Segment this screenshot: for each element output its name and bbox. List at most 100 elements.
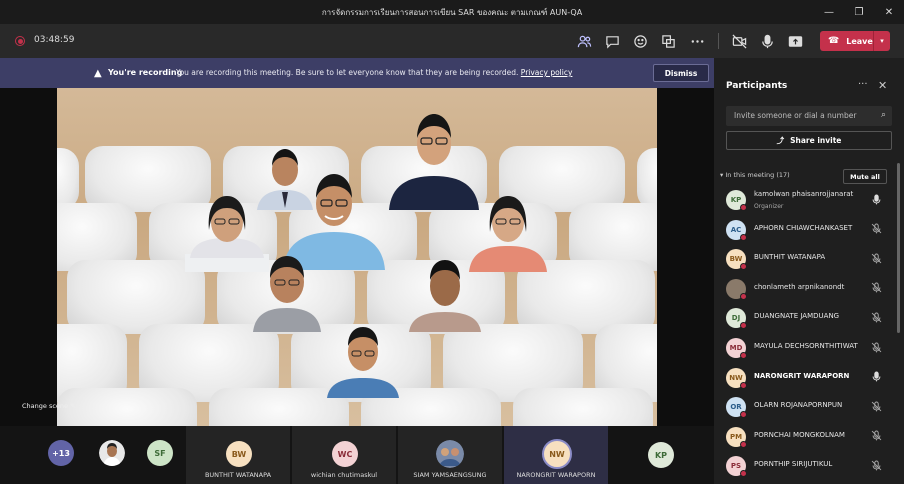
scrollbar[interactable] <box>897 163 900 333</box>
participant-row[interactable]: OR OLARN ROJANAPORNPUN <box>724 394 894 420</box>
microphone-muted-icon[interactable] <box>869 310 883 324</box>
pencil-icon: ✎ <box>70 402 76 410</box>
participant-name: chonlameth arpnikanondt <box>754 282 845 291</box>
avatar: PM <box>726 426 747 448</box>
breakout-rooms-icon[interactable] <box>658 32 678 50</box>
microphone-icon[interactable] <box>869 370 883 384</box>
meeting-toolbar: 03:48:59 ☎ Leave ▾ <box>0 24 904 58</box>
microphone-icon[interactable] <box>869 192 883 206</box>
share-invite-label: Share invite <box>790 136 842 145</box>
meeting-timer: 03:48:59 <box>34 35 75 45</box>
participant-role: Organizer <box>754 203 784 210</box>
change-scene-button[interactable]: Change scene ✎ <box>22 402 76 410</box>
toolbar-divider <box>718 33 719 49</box>
seat <box>57 388 197 426</box>
participants-panel: Participants ··· ✕ Invite someone or dia… <box>714 58 904 484</box>
status-dot <box>740 352 747 359</box>
microphone-muted-icon[interactable] <box>869 429 883 443</box>
participant-row[interactable]: DJ DUANGNATE JAMDUANG <box>724 305 894 331</box>
more-actions-icon[interactable] <box>687 32 707 50</box>
tile-name: NARONGRIT WARAPORN <box>516 471 596 479</box>
participant-row[interactable]: chonlameth arpnikanondt <box>724 276 894 302</box>
avatar: MD <box>726 338 747 359</box>
window-title: การจัดกรรมการเรียนการสอนการเขียน SAR ของ… <box>321 7 583 17</box>
leave-button[interactable]: ☎ Leave ▾ <box>820 31 890 51</box>
avatar: AC <box>726 219 747 241</box>
avatar: NW <box>542 439 572 469</box>
participant-row[interactable]: MD MAYULA DECHSORNTHITIWAT <box>724 335 894 361</box>
participant-name: kamolwan phaisanrojjanarat <box>754 190 854 198</box>
chevron-down-icon[interactable]: ▾ <box>873 31 890 51</box>
avatar: KP <box>726 190 747 211</box>
together-mode-scene <box>57 88 657 426</box>
participant-name: MAYULA DECHSORNTHITIWAT <box>754 342 858 350</box>
avatar: WC <box>332 441 358 467</box>
avatar: DJ <box>726 308 747 330</box>
microphone-muted-icon[interactable] <box>869 399 883 413</box>
participant-row[interactable]: PS PORNTHIP SIRIJUTIKUL <box>724 453 894 479</box>
avatar: BW <box>726 249 747 271</box>
chat-icon[interactable] <box>602 32 622 50</box>
participant-name: PORNCHAI MONGKOLNAM <box>754 430 845 439</box>
gallery-tile-speaking[interactable]: NW NARONGRIT WARAPORN <box>504 426 608 484</box>
microphone-muted-icon[interactable] <box>869 458 883 472</box>
status-dot <box>740 381 747 389</box>
participants-icon[interactable] <box>574 32 594 50</box>
microphone-icon[interactable] <box>757 32 777 50</box>
avatar-initials: BW <box>729 255 743 264</box>
participant-row[interactable]: PM PORNCHAI MONGKOLNAM <box>724 424 894 450</box>
avatar-initials: DJ <box>731 314 741 323</box>
status-dot <box>740 263 747 271</box>
dismiss-button[interactable]: Dismiss <box>653 64 709 82</box>
tile-name: wichian chutimaskul <box>310 471 378 479</box>
reactions-icon[interactable] <box>630 32 650 50</box>
banner-title: You're recording <box>108 68 183 77</box>
gallery-tile[interactable]: WC wichian chutimaskul <box>292 426 396 484</box>
in-meeting-section[interactable]: ▾ In this meeting (17) <box>720 171 790 179</box>
participant-row[interactable]: NW NARONGRIT WARAPORN <box>724 365 894 391</box>
leave-label: Leave <box>846 36 873 46</box>
camera-off-icon[interactable] <box>729 32 749 50</box>
invite-input[interactable]: Invite someone or dial a number ⌕ <box>726 106 892 126</box>
close-icon[interactable]: ✕ <box>878 79 887 92</box>
gallery-tile[interactable]: SF <box>138 426 184 484</box>
participant-row[interactable]: KP kamolwan phaisanrojjanarat Organizer <box>724 187 894 213</box>
minimize-icon[interactable]: — <box>814 0 844 24</box>
participant-name: OLARN ROJANAPORNPUN <box>754 401 843 410</box>
microphone-muted-icon[interactable] <box>869 340 883 354</box>
participant-video <box>253 256 321 332</box>
in-meeting-label: In this meeting (17) <box>725 171 790 179</box>
share-screen-icon[interactable] <box>785 32 805 50</box>
mute-all-button[interactable]: Mute all <box>843 169 887 184</box>
avatar: SF <box>147 440 173 466</box>
privacy-policy-link[interactable]: Privacy policy <box>521 68 573 77</box>
status-dot <box>740 470 747 478</box>
restore-icon[interactable]: ❐ <box>844 0 874 24</box>
gallery-tile[interactable]: BW BUNTHIT WATANAPA <box>186 426 290 484</box>
more-options-icon[interactable]: ··· <box>858 79 868 90</box>
gallery-tile[interactable]: +13 <box>36 426 88 484</box>
avatar-initials: NW <box>729 373 743 382</box>
phone-icon: ☎ <box>828 36 840 46</box>
participant-name: NARONGRIT WARAPORN <box>754 371 850 380</box>
window-controls: — ❐ ✕ <box>814 0 904 24</box>
avatar-initials: AC <box>730 225 742 234</box>
avatar-initials: MD <box>729 344 743 352</box>
participant-row[interactable]: BW BUNTHIT WATANAPA <box>724 246 894 272</box>
microphone-muted-icon[interactable] <box>869 251 883 265</box>
close-window-icon[interactable]: ✕ <box>874 0 904 24</box>
participant-video <box>409 260 481 332</box>
gallery-tile[interactable]: SIAM YAMSAENGSUNG <box>398 426 502 484</box>
gallery-tile[interactable]: KP <box>636 426 688 484</box>
participant-name: APHORN CHIAWCHANKASET <box>754 223 853 232</box>
avatar: BW <box>226 441 252 467</box>
microphone-muted-icon[interactable] <box>869 222 883 236</box>
status-dot <box>740 233 747 241</box>
share-invite-button[interactable]: ⤴ Share invite <box>726 131 892 150</box>
gallery-tile[interactable] <box>90 426 136 484</box>
avatar <box>99 440 125 466</box>
status-dot <box>740 411 747 419</box>
avatar-initials: OR <box>730 403 742 412</box>
microphone-muted-icon[interactable] <box>869 281 883 295</box>
participant-row[interactable]: AC APHORN CHIAWCHANKASET <box>724 217 894 243</box>
